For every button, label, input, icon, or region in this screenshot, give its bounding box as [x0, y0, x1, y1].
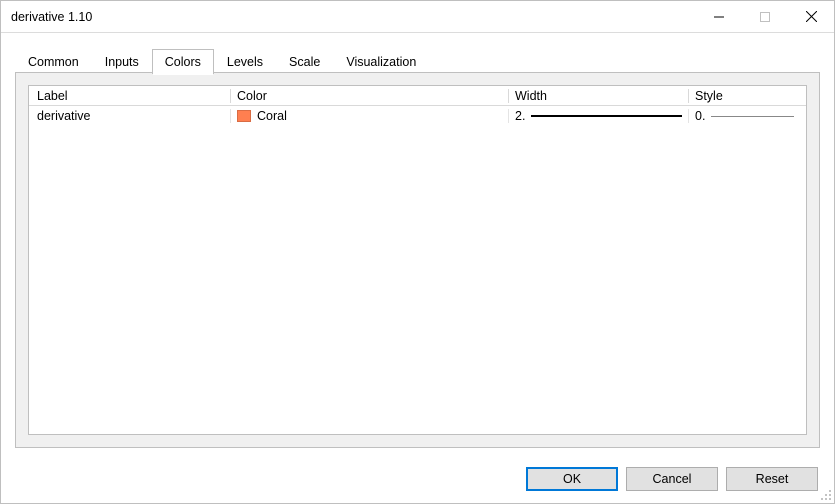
width-value: 2.	[515, 109, 525, 123]
tab-scale[interactable]: Scale	[276, 49, 333, 74]
width-preview-line-icon	[531, 115, 682, 117]
header-style[interactable]: Style	[689, 89, 800, 103]
tab-levels[interactable]: Levels	[214, 49, 276, 74]
reset-button[interactable]: Reset	[726, 467, 818, 491]
ok-button[interactable]: OK	[526, 467, 618, 491]
cell-style[interactable]: 0.	[689, 109, 800, 123]
tab-strip: Common Inputs Colors Levels Scale Visual…	[15, 47, 820, 73]
style-value: 0.	[695, 109, 705, 123]
header-width[interactable]: Width	[509, 89, 689, 103]
table-row[interactable]: derivative Coral 2. 0.	[29, 106, 806, 126]
maximize-button	[742, 1, 788, 33]
cell-label[interactable]: derivative	[35, 109, 231, 123]
cell-width[interactable]: 2.	[509, 109, 689, 123]
style-preview-line-icon	[711, 116, 794, 117]
resize-grip-icon[interactable]	[819, 488, 831, 500]
grid-body: derivative Coral 2. 0.	[29, 106, 806, 434]
dialog-buttons: OK Cancel Reset	[526, 467, 818, 491]
header-color[interactable]: Color	[231, 89, 509, 103]
colors-grid: Label Color Width Style derivative Coral…	[28, 85, 807, 435]
tab-visualization[interactable]: Visualization	[333, 49, 429, 74]
cancel-button[interactable]: Cancel	[626, 467, 718, 491]
titlebar: derivative 1.10	[1, 1, 834, 33]
tab-common[interactable]: Common	[15, 49, 92, 74]
color-swatch-icon	[237, 110, 251, 122]
client-area: Common Inputs Colors Levels Scale Visual…	[1, 33, 834, 448]
tab-inputs[interactable]: Inputs	[92, 49, 152, 74]
close-button[interactable]	[788, 1, 834, 33]
tab-panel: Label Color Width Style derivative Coral…	[15, 72, 820, 448]
tab-container: Common Inputs Colors Levels Scale Visual…	[15, 47, 820, 448]
minimize-button[interactable]	[696, 1, 742, 33]
window-title: derivative 1.10	[1, 10, 696, 24]
color-name: Coral	[257, 109, 287, 123]
cell-color[interactable]: Coral	[231, 109, 509, 123]
header-label[interactable]: Label	[35, 89, 231, 103]
grid-header: Label Color Width Style	[29, 86, 806, 106]
tab-colors[interactable]: Colors	[152, 49, 214, 74]
